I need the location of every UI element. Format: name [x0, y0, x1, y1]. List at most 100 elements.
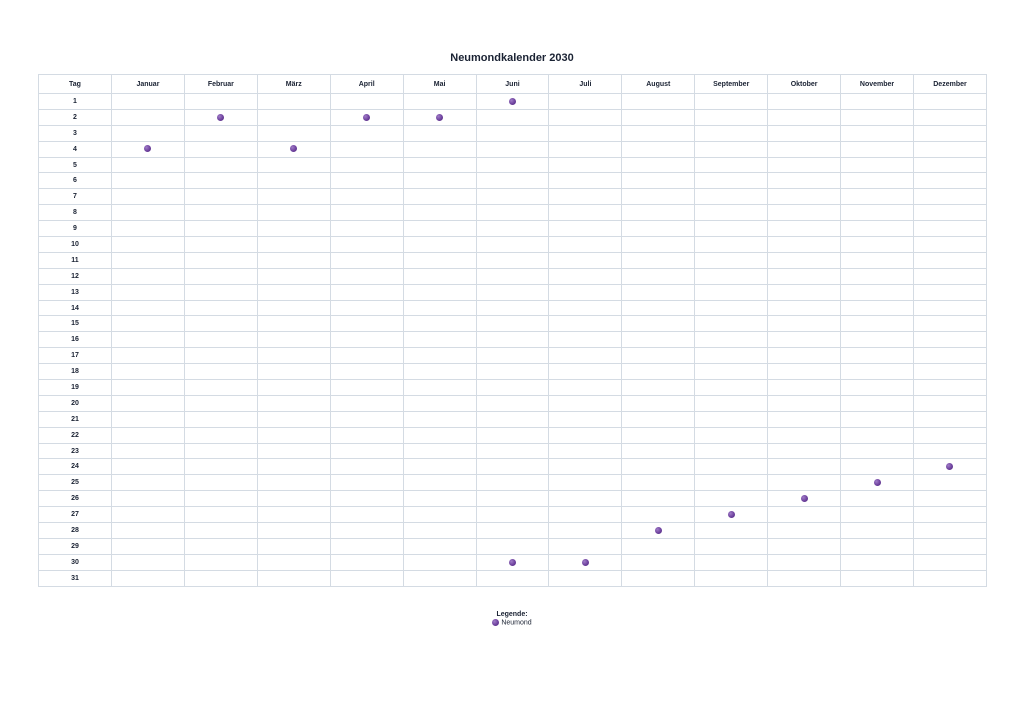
day-row: 6 [38, 172, 988, 190]
day-cell [402, 315, 477, 333]
day-cell [256, 394, 331, 412]
day-cell [840, 394, 914, 412]
day-cell [694, 569, 769, 587]
day-cell [475, 474, 550, 492]
day-cell [912, 569, 988, 587]
day-cell [840, 140, 914, 158]
day-cell [912, 522, 988, 539]
day-cell [402, 267, 477, 285]
day-cell [329, 124, 404, 142]
day-cell [183, 506, 258, 524]
day-cell [912, 140, 988, 158]
day-cell [402, 236, 477, 253]
day-cell [256, 93, 331, 110]
day-cell [256, 442, 331, 460]
day-cell [912, 474, 988, 492]
day-cell [621, 410, 696, 428]
day-number: 12 [38, 267, 112, 285]
day-cell [183, 267, 258, 285]
day-cell [767, 156, 842, 174]
day-cell [912, 410, 988, 428]
day-cell [694, 220, 769, 238]
day-cell [912, 394, 988, 412]
day-cell [183, 522, 258, 539]
day-cell [475, 251, 550, 269]
day-cell [621, 299, 696, 317]
day-cell [840, 156, 914, 174]
day-cell [475, 363, 550, 381]
day-cell [548, 204, 623, 222]
day-cell [329, 522, 404, 539]
day-cell [840, 331, 914, 349]
day-cell [694, 283, 769, 301]
new-moon-dot-icon [800, 495, 808, 503]
day-cell [183, 108, 258, 126]
day-cell [111, 363, 185, 381]
day-cell [183, 188, 258, 206]
day-cell [912, 172, 988, 190]
day-cell [329, 188, 404, 206]
day-cell [256, 315, 331, 333]
day-cell [548, 236, 623, 253]
day-cell [111, 124, 185, 142]
day-cell [183, 490, 258, 508]
day-cell [840, 299, 914, 317]
day-cell [767, 172, 842, 190]
day-cell [621, 394, 696, 412]
new-moon-dot-icon [873, 479, 881, 487]
day-cell [111, 299, 185, 317]
day-cell [183, 569, 258, 587]
day-cell [256, 299, 331, 317]
day-cell [475, 267, 550, 285]
day-cell [694, 363, 769, 381]
day-cell [767, 458, 842, 476]
calendar-table: Tag Januar Februar März April Mai Juni Juli Aug… [38, 74, 988, 587]
day-cell [912, 553, 988, 571]
day-cell [767, 124, 842, 142]
calendar-body: 1 2 3 4 5 6 7 8 9 10 11 12 13 14 15 16 17 18 19 20 21 22 23 24 2… [38, 93, 988, 587]
day-cell [329, 379, 404, 396]
day-number: 10 [38, 236, 112, 253]
day-number: 3 [38, 124, 112, 142]
day-cell [402, 188, 477, 206]
day-row: 3 [38, 124, 988, 142]
day-cell [621, 506, 696, 524]
day-cell [548, 299, 623, 317]
new-moon-dot-icon [217, 113, 225, 121]
day-cell [329, 474, 404, 492]
day-cell [840, 458, 914, 476]
day-cell [183, 204, 258, 222]
day-cell [329, 553, 404, 571]
day-cell [767, 474, 842, 492]
day-cell [475, 156, 550, 174]
day-cell [183, 442, 258, 460]
day-cell [402, 490, 477, 508]
day-cell [402, 474, 477, 492]
day-number: 9 [38, 220, 112, 238]
day-cell [694, 347, 769, 365]
day-cell [840, 426, 914, 444]
new-moon-dot-icon [492, 619, 500, 626]
day-cell [183, 553, 258, 571]
day-number: 30 [38, 553, 112, 571]
day-cell [767, 569, 842, 587]
day-cell [111, 93, 185, 110]
day-cell [183, 172, 258, 190]
day-cell [402, 220, 477, 238]
day-cell [912, 506, 988, 524]
day-cell [256, 251, 331, 269]
day-cell [111, 156, 185, 174]
day-cell [111, 569, 185, 587]
day-cell [767, 299, 842, 317]
day-cell [621, 156, 696, 174]
day-cell [767, 283, 842, 301]
day-cell [183, 379, 258, 396]
day-cell [694, 379, 769, 396]
day-cell [475, 172, 550, 190]
day-number: 27 [38, 506, 112, 524]
day-cell [767, 267, 842, 285]
day-number: 25 [38, 474, 112, 492]
new-moon-dot-icon [436, 113, 444, 121]
month-header: Dezember [912, 74, 988, 94]
day-cell [912, 251, 988, 269]
